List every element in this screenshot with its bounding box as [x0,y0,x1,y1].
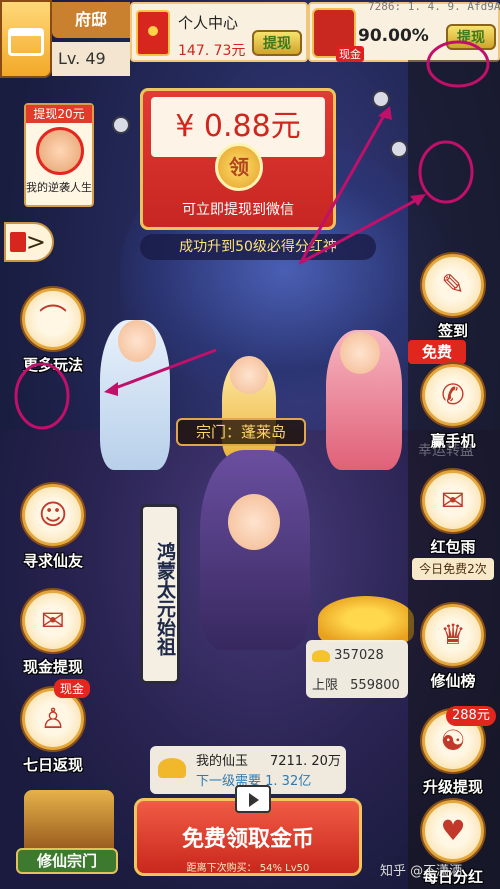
game-scene: 府邸 Lv. 49 个人中心 147. 73元 提现 现金 90.00% 提现 … [0,0,500,889]
annotation-circle [426,40,490,88]
annotation-arrowhead [378,106,392,120]
annotation-arrowhead [410,194,426,206]
annotation-circle [14,362,70,430]
annotation-arrow [109,348,217,392]
annotation-arrowhead [104,382,118,396]
annotation-circle [418,140,474,204]
annotation-overlay [14,40,490,430]
